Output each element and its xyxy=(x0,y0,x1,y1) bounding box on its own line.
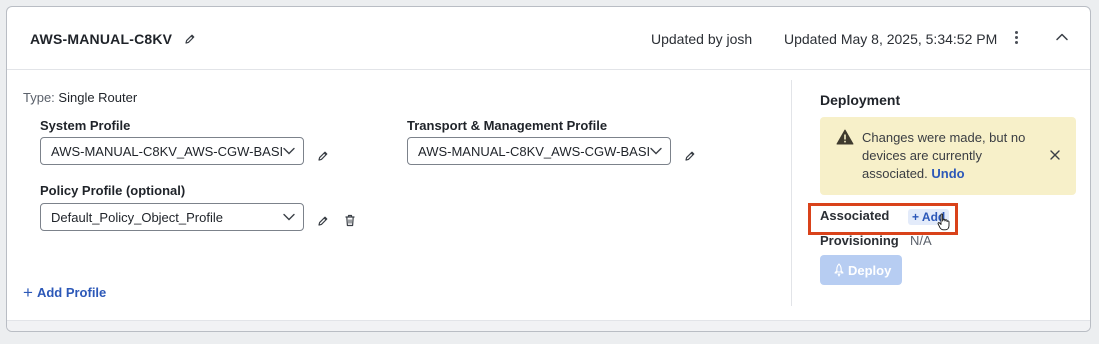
transport-profile-value: AWS-MANUAL-C8KV_AWS-CGW-BASI xyxy=(418,144,651,159)
router-config-card: AWS-MANUAL-C8KV Updated by josh Updated … xyxy=(6,6,1091,332)
type-value: Single Router xyxy=(58,90,138,105)
warning-icon xyxy=(836,129,854,145)
add-profile-label: Add Profile xyxy=(36,285,107,300)
card-title: AWS-MANUAL-C8KV xyxy=(30,31,173,47)
transport-profile-label: Transport & Management Profile xyxy=(407,118,608,133)
system-profile-label: System Profile xyxy=(40,118,131,133)
trash-icon[interactable] xyxy=(344,214,356,227)
transport-profile-select[interactable]: AWS-MANUAL-C8KV_AWS-CGW-BASI xyxy=(407,137,671,165)
chevron-down-icon xyxy=(650,147,662,155)
system-profile-value: AWS-MANUAL-C8KV_AWS-CGW-BASI xyxy=(51,144,284,159)
chevron-down-icon xyxy=(283,213,295,221)
system-profile-select[interactable]: AWS-MANUAL-C8KV_AWS-CGW-BASI xyxy=(40,137,304,165)
alert-message: Changes were made, but no devices are cu… xyxy=(862,129,1038,183)
pencil-icon[interactable] xyxy=(684,150,696,162)
card-footer-strip xyxy=(7,320,1090,331)
router-type: Type: Single Router xyxy=(23,90,137,105)
provisioning-value: N/A xyxy=(910,233,932,248)
policy-profile-value: Default_Policy_Object_Profile xyxy=(51,210,223,225)
type-key: Type: xyxy=(23,90,55,105)
profile-config-section: Type: Single Router System Profile AWS-M… xyxy=(7,70,792,331)
plus-icon: + xyxy=(23,283,33,302)
deploy-button[interactable]: Deploy xyxy=(820,255,902,285)
add-profile-link[interactable]: + Add Profile xyxy=(23,282,106,302)
deployment-title: Deployment xyxy=(820,92,901,108)
card-header: AWS-MANUAL-C8KV Updated by josh Updated … xyxy=(7,7,1090,70)
provisioning-label: Provisioning xyxy=(820,233,899,248)
policy-profile-label: Policy Profile (optional) xyxy=(40,183,186,198)
updated-at-text: Updated May 8, 2025, 5:34:52 PM xyxy=(784,31,998,47)
associated-label: Associated xyxy=(820,208,890,223)
updated-by-text: Updated by josh xyxy=(651,31,753,47)
plus-icon: + xyxy=(912,210,922,224)
kebab-icon[interactable] xyxy=(1009,29,1023,47)
close-icon[interactable] xyxy=(1049,149,1061,161)
pencil-icon[interactable] xyxy=(184,33,196,45)
chevron-down-icon xyxy=(283,147,295,155)
hand-cursor-icon xyxy=(937,213,950,231)
pencil-icon[interactable] xyxy=(317,215,329,227)
pencil-icon[interactable] xyxy=(317,150,329,162)
undo-link[interactable]: Undo xyxy=(931,166,964,181)
section-divider xyxy=(791,80,792,306)
chevron-up-icon[interactable] xyxy=(1054,29,1070,45)
policy-profile-select[interactable]: Default_Policy_Object_Profile xyxy=(40,203,304,231)
changes-alert: Changes were made, but no devices are cu… xyxy=(820,117,1076,195)
deploy-label: Deploy xyxy=(848,263,892,278)
rocket-icon xyxy=(834,263,844,277)
